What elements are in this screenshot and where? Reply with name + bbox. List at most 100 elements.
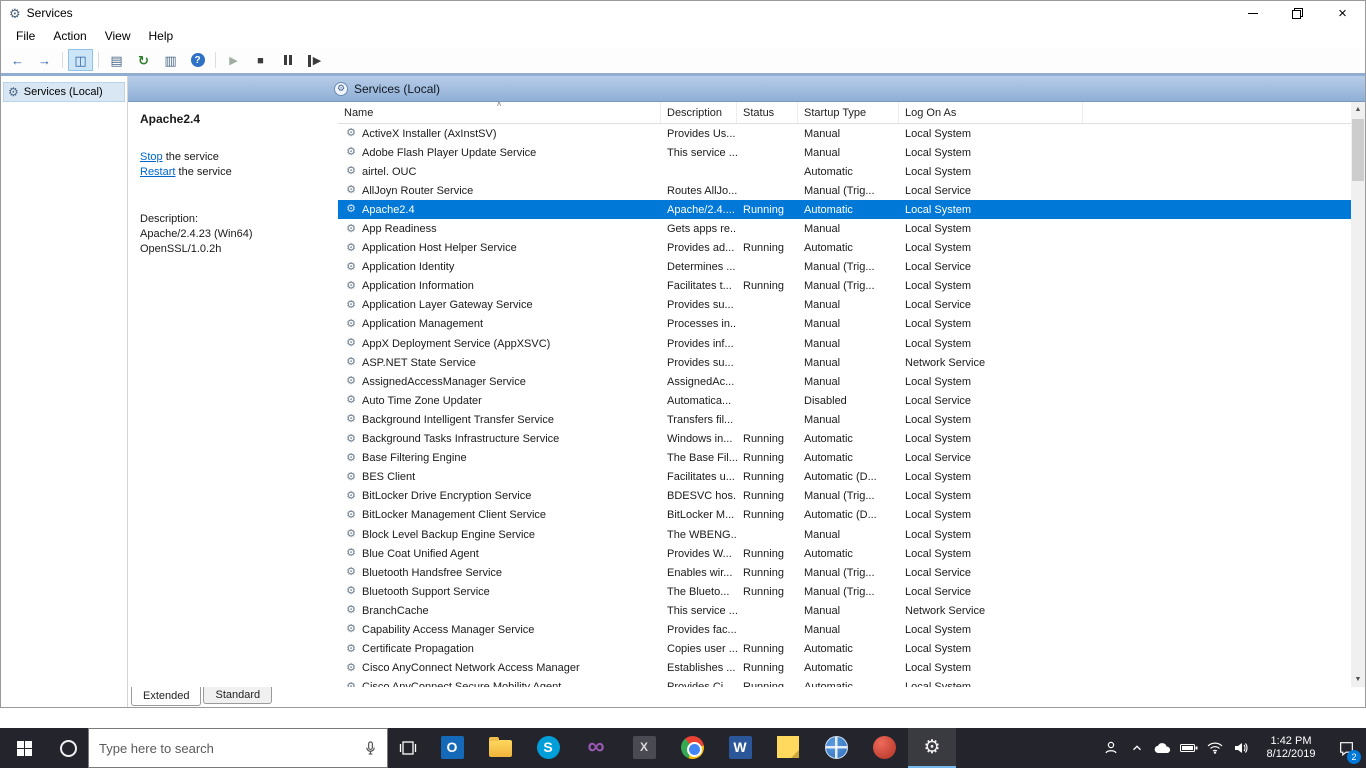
cortana-button[interactable]	[48, 728, 88, 768]
onedrive-button[interactable]	[1150, 728, 1176, 768]
scroll-up-button[interactable]: ▲	[1351, 102, 1365, 117]
vertical-scrollbar[interactable]: ▲ ▼	[1351, 102, 1365, 687]
service-log-on-as: Local System	[899, 643, 1083, 655]
back-icon	[11, 54, 24, 67]
list-header: ∧Name Description Status Startup Type Lo…	[338, 102, 1351, 124]
service-row[interactable]: ⚙AllJoyn Router ServiceRoutes AllJo...Ma…	[338, 181, 1351, 200]
column-header-startup-type[interactable]: Startup Type	[798, 102, 899, 123]
help-button[interactable]: ?	[185, 49, 210, 71]
column-header-log-on-as[interactable]: Log On As	[899, 102, 1083, 123]
refresh-button[interactable]	[131, 49, 156, 71]
menu-file[interactable]: File	[7, 27, 44, 45]
service-row[interactable]: ⚙ActiveX Installer (AxInstSV)Provides Us…	[338, 124, 1351, 143]
service-row[interactable]: ⚙BranchCacheThis service ...ManualNetwor…	[338, 601, 1351, 620]
menu-view[interactable]: View	[96, 27, 140, 45]
pane-header-title: Services (Local)	[354, 82, 440, 96]
service-row[interactable]: ⚙Application Layer Gateway ServiceProvid…	[338, 296, 1351, 315]
service-row[interactable]: ⚙Cisco AnyConnect Secure Mobility AgentP…	[338, 678, 1351, 687]
action-center-button[interactable]: 2	[1328, 728, 1364, 768]
scroll-down-button[interactable]: ▼	[1351, 672, 1365, 687]
taskbar-app-sticky-notes[interactable]	[764, 728, 812, 768]
scrollbar-thumb[interactable]	[1352, 119, 1364, 181]
pause-service-button[interactable]	[275, 49, 300, 71]
scrollbar-track[interactable]	[1351, 117, 1365, 672]
restart-service-link[interactable]: Restart	[140, 166, 175, 178]
service-row[interactable]: ⚙Application InformationFacilitates t...…	[338, 277, 1351, 296]
people-button[interactable]	[1098, 728, 1124, 768]
service-row[interactable]: ⚙Background Tasks Infrastructure Service…	[338, 430, 1351, 449]
service-row[interactable]: ⚙BitLocker Management Client ServiceBitL…	[338, 506, 1351, 525]
taskbar-app-globe[interactable]	[812, 728, 860, 768]
service-log-on-as: Local Service	[899, 395, 1083, 407]
restart-service-button[interactable]	[302, 49, 327, 71]
back-button[interactable]	[5, 49, 30, 71]
dark-app-icon: X	[633, 736, 656, 759]
task-view-button[interactable]	[388, 728, 428, 768]
service-startup-type: Manual	[798, 338, 899, 350]
service-row[interactable]: ⚙Certificate PropagationCopies user ...R…	[338, 640, 1351, 659]
tab-standard[interactable]: Standard	[203, 687, 272, 704]
taskbar-app-visual-studio[interactable]: ∞	[572, 728, 620, 768]
taskbar-app-dark-app[interactable]: X	[620, 728, 668, 768]
tree-item-services-local[interactable]: ⚙ Services (Local)	[3, 82, 125, 102]
menu-action[interactable]: Action	[44, 27, 95, 45]
taskbar-app-chrome[interactable]	[668, 728, 716, 768]
service-row[interactable]: ⚙ASP.NET State ServiceProvides su...Manu…	[338, 353, 1351, 372]
close-button[interactable]: ×	[1320, 1, 1365, 25]
service-startup-type: Manual (Trig...	[798, 185, 899, 197]
restore-button[interactable]	[1275, 1, 1320, 25]
column-header-status[interactable]: Status	[737, 102, 798, 123]
service-row-selected[interactable]: ⚙Apache2.4Apache/2.4....RunningAutomatic…	[338, 200, 1351, 219]
properties-button[interactable]	[104, 49, 129, 71]
service-row[interactable]: ⚙Capability Access Manager ServiceProvid…	[338, 620, 1351, 639]
taskbar-app-red-app[interactable]	[860, 728, 908, 768]
service-row[interactable]: ⚙AppX Deployment Service (AppXSVC)Provid…	[338, 334, 1351, 353]
taskbar-app-settings[interactable]: ⚙	[908, 728, 956, 768]
forward-button[interactable]	[32, 49, 57, 71]
menu-help[interactable]: Help	[140, 27, 183, 45]
service-row[interactable]: ⚙Application Host Helper ServiceProvides…	[338, 239, 1351, 258]
service-row[interactable]: ⚙App ReadinessGets apps re...ManualLocal…	[338, 219, 1351, 238]
service-name: airtel. OUC	[362, 166, 416, 178]
column-header-description[interactable]: Description	[661, 102, 737, 123]
volume-button[interactable]	[1228, 728, 1254, 768]
service-row[interactable]: ⚙BES ClientFacilitates u...RunningAutoma…	[338, 468, 1351, 487]
taskbar-app-file-explorer[interactable]	[476, 728, 524, 768]
service-row[interactable]: ⚙Cisco AnyConnect Network Access Manager…	[338, 659, 1351, 678]
service-row[interactable]: ⚙Blue Coat Unified AgentProvides W...Run…	[338, 544, 1351, 563]
show-console-tree-button[interactable]	[68, 49, 93, 71]
service-row[interactable]: ⚙Application IdentityDetermines ...Manua…	[338, 258, 1351, 277]
start-button[interactable]	[0, 728, 48, 768]
taskbar-clock[interactable]: 1:42 PM 8/12/2019	[1254, 735, 1328, 761]
export-list-button[interactable]	[158, 49, 183, 71]
taskbar-app-skype[interactable]: S	[524, 728, 572, 768]
taskbar-app-word[interactable]: W	[716, 728, 764, 768]
start-service-icon	[229, 53, 237, 67]
service-row[interactable]: ⚙Block Level Backup Engine ServiceThe WB…	[338, 525, 1351, 544]
taskbar-search[interactable]: Type here to search	[88, 728, 388, 768]
service-row[interactable]: ⚙Base Filtering EngineThe Base Fil...Run…	[338, 449, 1351, 468]
service-row[interactable]: ⚙Adobe Flash Player Update ServiceThis s…	[338, 143, 1351, 162]
network-button[interactable]	[1202, 728, 1228, 768]
service-row[interactable]: ⚙Bluetooth Support ServiceThe Blueto...R…	[338, 582, 1351, 601]
stop-service-button[interactable]	[248, 49, 273, 71]
service-row[interactable]: ⚙Application ManagementProcesses in...Ma…	[338, 315, 1351, 334]
service-row[interactable]: ⚙AssignedAccessManager ServiceAssignedAc…	[338, 372, 1351, 391]
taskbar-app-outlook[interactable]: O	[428, 728, 476, 768]
title-bar[interactable]: ⚙ Services ×	[1, 1, 1365, 25]
service-gear-icon: ⚙	[344, 128, 358, 139]
service-row[interactable]: ⚙BitLocker Drive Encryption ServiceBDESV…	[338, 487, 1351, 506]
minimize-button[interactable]	[1230, 1, 1275, 25]
microphone-icon[interactable]	[364, 740, 377, 757]
service-log-on-as: Local System	[899, 166, 1083, 178]
column-header-name[interactable]: ∧Name	[338, 102, 661, 123]
start-service-button[interactable]	[221, 49, 246, 71]
service-row[interactable]: ⚙Auto Time Zone UpdaterAutomatica...Disa…	[338, 391, 1351, 410]
service-row[interactable]: ⚙airtel. OUCAutomaticLocal System	[338, 162, 1351, 181]
stop-service-link[interactable]: Stop	[140, 151, 163, 163]
service-row[interactable]: ⚙Bluetooth Handsfree ServiceEnables wir.…	[338, 563, 1351, 582]
service-row[interactable]: ⚙Background Intelligent Transfer Service…	[338, 410, 1351, 429]
tab-extended[interactable]: Extended	[131, 687, 201, 706]
battery-button[interactable]	[1176, 728, 1202, 768]
show-hidden-icons-button[interactable]	[1124, 728, 1150, 768]
